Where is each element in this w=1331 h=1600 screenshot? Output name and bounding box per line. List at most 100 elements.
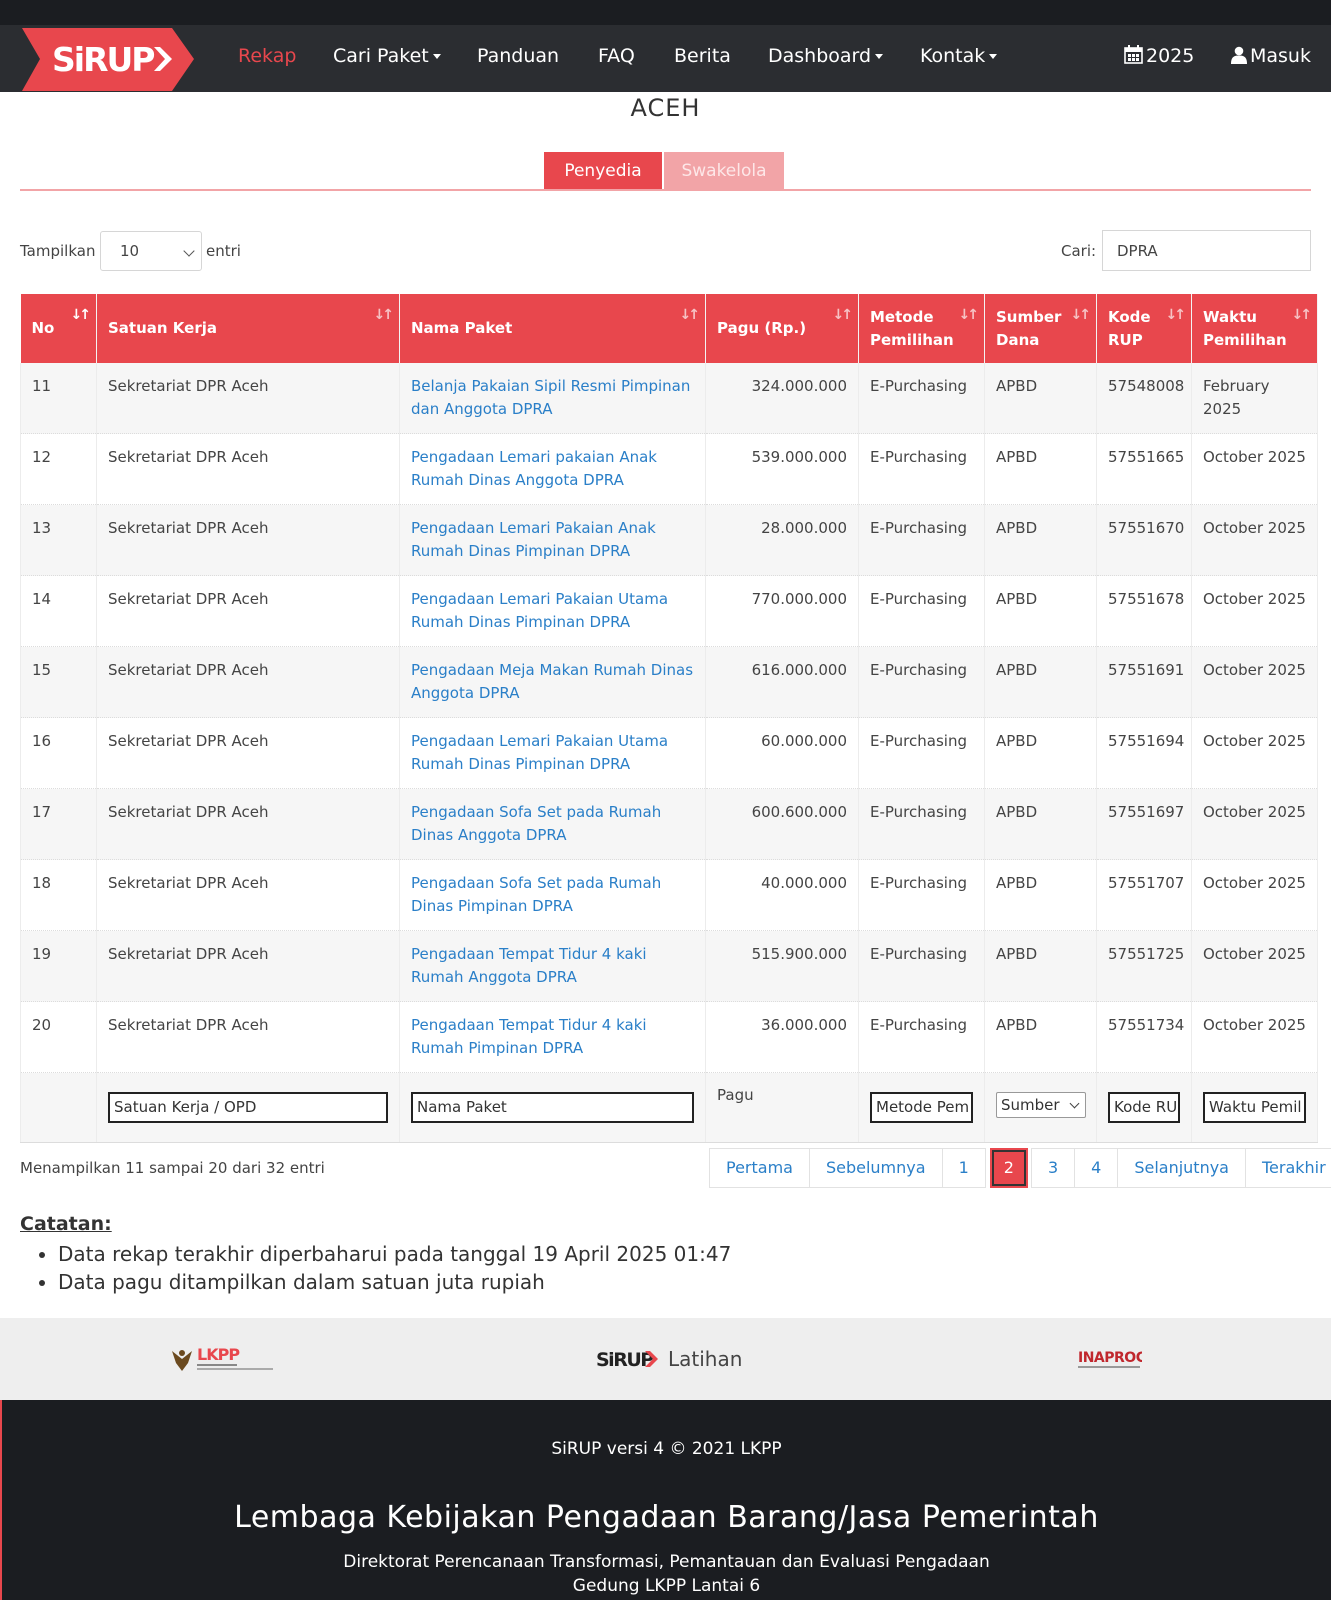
table-row: 16 Sekretariat DPR Aceh Pengadaan Lemari P…: [20, 717, 1318, 789]
sirup-latihan-logo[interactable]: SiRUP Latihan: [596, 1318, 742, 1400]
filter-waktu-input[interactable]: Waktu Pemil: [1203, 1092, 1306, 1123]
table-row: 12 Sekretariat DPR Aceh Pengadaan Lemari p…: [20, 433, 1318, 505]
nav-berita[interactable]: Berita: [674, 25, 731, 92]
paket-link[interactable]: Pengadaan Tempat Tidur 4 kaki Rumah Pimp…: [411, 1016, 647, 1057]
table-row: 18 Sekretariat DPR Aceh Pengadaan Sofa Set…: [20, 859, 1318, 931]
paket-link[interactable]: Pengadaan Sofa Set pada Rumah Dinas Pimp…: [411, 874, 661, 915]
filter-sumber-select[interactable]: Sumber: [996, 1092, 1086, 1118]
sort-icon: ↓↑: [1291, 307, 1313, 323]
notes-list: Data rekap terakhir diperbaharui pada ta…: [58, 1240, 731, 1296]
cell-waktu: October 2025: [1191, 433, 1318, 505]
paket-link[interactable]: Belanja Pakaian Sipil Resmi Pimpinan dan…: [411, 377, 690, 418]
page-2-current[interactable]: 2: [989, 1148, 1028, 1188]
svg-text:SiRUP: SiRUP: [596, 1349, 654, 1371]
tab-divider: [20, 189, 1311, 191]
cell-satuan-kerja: Sekretariat DPR Aceh: [96, 363, 400, 434]
header-no[interactable]: No ↓↑: [20, 294, 97, 363]
cell-kode-rup: 57551678: [1096, 575, 1192, 647]
sort-icon: ↓↑: [832, 307, 854, 323]
filter-satuan-kerja-input[interactable]: Satuan Kerja / OPD: [108, 1092, 388, 1123]
cell-no: 17: [20, 788, 97, 860]
paket-link[interactable]: Pengadaan Tempat Tidur 4 kaki Rumah Angg…: [411, 945, 647, 986]
show-label: Tampilkan: [20, 242, 96, 260]
page-size-select[interactable]: 10: [100, 231, 202, 271]
header-kode-rup[interactable]: Kode RUP ↓↑: [1096, 294, 1192, 363]
cell-pagu: 40.000.000: [705, 859, 859, 931]
sort-asc-icon: ↓↑: [70, 307, 92, 323]
footer-building: Gedung LKPP Lantai 6: [572, 1576, 761, 1596]
cell-pagu: 600.600.000: [705, 788, 859, 860]
paket-link[interactable]: Pengadaan Lemari Pakaian Utama Rumah Din…: [411, 732, 668, 773]
cell-no: 15: [20, 646, 97, 718]
nav-rekap[interactable]: Rekap: [238, 25, 296, 92]
cell-nama-paket: Pengadaan Lemari Pakaian Anak Rumah Dina…: [399, 504, 706, 576]
inaproc-logo[interactable]: INAPROC: [1078, 1318, 1142, 1400]
header-metode[interactable]: Metode Pemilihan ↓↑: [858, 294, 985, 363]
filter-nama-paket-input[interactable]: Nama Paket: [411, 1092, 694, 1123]
cell-no: 11: [20, 363, 97, 434]
sort-icon: ↓↑: [679, 307, 701, 323]
header-sumber-dana[interactable]: Sumber Dana ↓↑: [984, 294, 1097, 363]
caret-down-icon: [989, 54, 998, 59]
cell-waktu: October 2025: [1191, 859, 1318, 931]
cell-no: 14: [20, 575, 97, 647]
filter-cell: Kode RU: [1096, 1072, 1192, 1143]
nav-kontak[interactable]: Kontak: [920, 25, 998, 92]
tab-penyedia[interactable]: Penyedia: [544, 152, 662, 190]
paket-link[interactable]: Pengadaan Lemari Pakaian Anak Rumah Dina…: [411, 519, 656, 560]
cell-kode-rup: 57551734: [1096, 1001, 1192, 1073]
nav-dashboard[interactable]: Dashboard: [768, 25, 884, 92]
cell-metode: E-Purchasing: [858, 504, 985, 576]
header-satuan-kerja[interactable]: Satuan Kerja ↓↑: [96, 294, 400, 363]
svg-text:LKPP: LKPP: [197, 1345, 240, 1364]
cell-satuan-kerja: Sekretariat DPR Aceh: [96, 1001, 400, 1073]
nav-year[interactable]: 2025: [1124, 25, 1194, 92]
header-nama-paket[interactable]: Nama Paket ↓↑: [399, 294, 706, 363]
sirup-logo[interactable]: SiRUP: [22, 28, 194, 91]
tab-swakelola[interactable]: Swakelola: [664, 152, 784, 190]
lkpp-logo[interactable]: LKPP: [170, 1318, 276, 1400]
page-prev[interactable]: Sebelumnya: [808, 1148, 943, 1188]
note-item: Data rekap terakhir diperbaharui pada ta…: [58, 1240, 731, 1268]
nav-faq[interactable]: FAQ: [598, 25, 635, 92]
paket-link[interactable]: Pengadaan Meja Makan Rumah Dinas Anggota…: [411, 661, 693, 702]
inaproc-mark: INAPROC: [1078, 1350, 1142, 1368]
paket-link[interactable]: Pengadaan Sofa Set pada Rumah Dinas Angg…: [411, 803, 661, 844]
filter-kode-input[interactable]: Kode RU: [1108, 1092, 1180, 1123]
page-4[interactable]: 4: [1074, 1148, 1119, 1188]
page-last[interactable]: Terakhir: [1244, 1148, 1331, 1188]
table-row: 20 Sekretariat DPR Aceh Pengadaan Tempat T…: [20, 1001, 1318, 1073]
page-1[interactable]: 1: [941, 1148, 986, 1188]
paket-link[interactable]: Pengadaan Lemari Pakaian Utama Rumah Din…: [411, 590, 668, 631]
filter-row: Satuan Kerja / OPD Nama Paket Pagu Metod…: [20, 1072, 1318, 1143]
svg-text:SiRUP: SiRUP: [52, 40, 154, 79]
page-title: ACEH: [630, 94, 701, 122]
cell-sumber-dana: APBD: [984, 1001, 1097, 1073]
sort-icon: ↓↑: [1070, 307, 1092, 323]
cell-sumber-dana: APBD: [984, 575, 1097, 647]
page-first[interactable]: Pertama: [709, 1148, 810, 1188]
page-3[interactable]: 3: [1030, 1148, 1076, 1188]
cell-pagu: 616.000.000: [705, 646, 859, 718]
page-next[interactable]: Selanjutnya: [1117, 1148, 1246, 1188]
sort-icon: ↓↑: [373, 307, 395, 323]
header-waktu[interactable]: Waktu Pemilihan ↓↑: [1191, 294, 1318, 363]
header-pagu[interactable]: Pagu (Rp.) ↓↑: [705, 294, 859, 363]
pagination: Pertama Sebelumnya 1 2 3 4 Selanjutnya T…: [709, 1148, 1331, 1188]
cell-pagu: 28.000.000: [705, 504, 859, 576]
search-input[interactable]: [1102, 230, 1311, 271]
nav-login[interactable]: Masuk: [1231, 25, 1311, 92]
cell-pagu: 515.900.000: [705, 930, 859, 1002]
nav-panduan[interactable]: Panduan: [477, 25, 559, 92]
chevron-down-icon: [183, 245, 195, 257]
table-row: 13 Sekretariat DPR Aceh Pengadaan Lemari P…: [20, 504, 1318, 576]
filter-metode-input[interactable]: Metode Pem: [870, 1092, 973, 1123]
footer-version: SiRUP versi 4 © 2021 LKPP: [551, 1439, 782, 1459]
filter-cell: Satuan Kerja / OPD: [96, 1072, 400, 1143]
cell-waktu: October 2025: [1191, 504, 1318, 576]
cell-nama-paket: Pengadaan Tempat Tidur 4 kaki Rumah Pimp…: [399, 1001, 706, 1073]
paket-link[interactable]: Pengadaan Lemari pakaian Anak Rumah Dina…: [411, 448, 657, 489]
cell-waktu: October 2025: [1191, 1001, 1318, 1073]
table-row: 11 Sekretariat DPR Aceh Belanja Pakaian Si…: [20, 363, 1318, 434]
nav-cari-paket[interactable]: Cari Paket: [333, 25, 441, 92]
